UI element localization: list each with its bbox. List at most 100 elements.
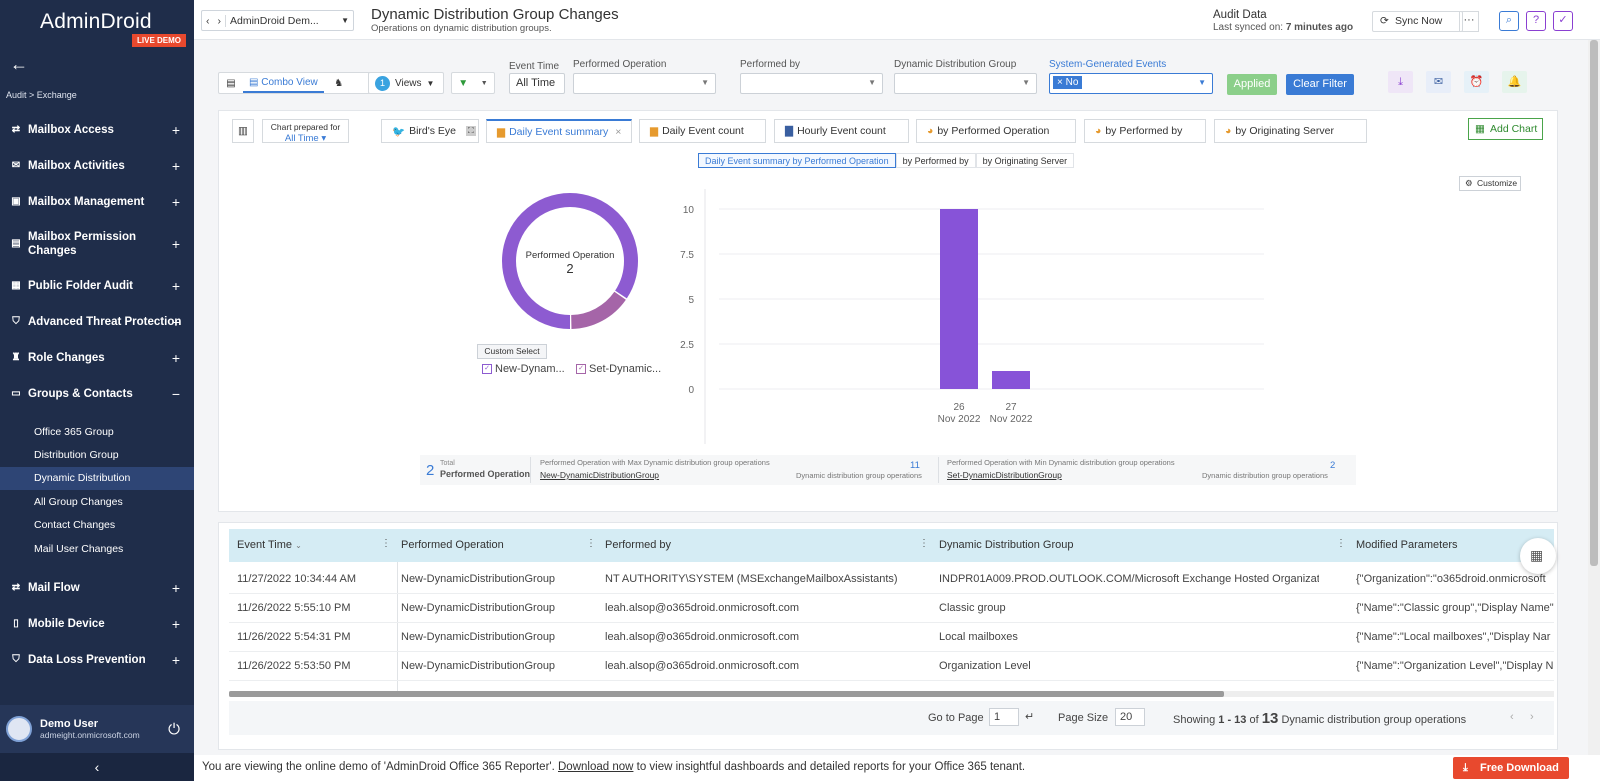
expand-icon[interactable]: + — [172, 194, 180, 210]
status-icon[interactable]: ✓ — [1553, 11, 1573, 31]
summary-min-name[interactable]: Set-DynamicDistributionGroup — [947, 470, 1062, 480]
tab-daily-event-count[interactable]: ▆ Daily Event count — [639, 119, 766, 143]
sidebar-subitem-all-group-changes[interactable]: All Group Changes — [0, 490, 194, 513]
sidebar-item-role-changes[interactable]: ♜ Role Changes + — [0, 340, 194, 376]
table-row[interactable]: 11/26/2022 5:53:50 PM New-DynamicDistrib… — [229, 652, 1554, 681]
prev-icon[interactable]: ‹ — [202, 15, 214, 27]
chart-type-icon[interactable]: ▥ — [232, 119, 254, 143]
collapse-icon[interactable]: − — [172, 386, 180, 402]
expand-icon[interactable]: + — [172, 236, 180, 252]
scrollbar-thumb[interactable] — [1590, 40, 1598, 566]
performed-operation-select[interactable]: ▼ — [573, 73, 716, 94]
page-size-input[interactable]: 20 — [1115, 708, 1145, 726]
scrollbar-thumb[interactable] — [229, 691, 1224, 697]
sidebar-subitem-contact-changes[interactable]: Contact Changes — [0, 514, 194, 537]
filter-button[interactable]: ▼ ▼ — [451, 72, 495, 94]
sidebar-subitem-mail-user-changes[interactable]: Mail User Changes — [0, 537, 194, 560]
expand-icon[interactable]: + — [172, 158, 180, 174]
expand-icon[interactable]: + — [172, 580, 180, 596]
chart-prepared-for[interactable]: Chart prepared for All Time ▾ — [262, 119, 349, 144]
sidebar-item-public-folder[interactable]: ▦ Public Folder Audit + — [0, 268, 194, 304]
tab-by-performed-operation[interactable]: ◕ by Performed Operation — [916, 119, 1076, 143]
sidebar-subitem-distribution-group[interactable]: Distribution Group — [0, 443, 194, 466]
tab-hourly-event-count[interactable]: ▇ Hourly Event count — [774, 119, 909, 143]
sort-down-icon[interactable]: ⌄ — [295, 541, 302, 550]
download-now-link[interactable]: Download now — [558, 761, 633, 773]
sidebar-item-mailbox-activities[interactable]: ✉ Mailbox Activities + — [0, 148, 194, 184]
custom-select-button[interactable]: Custom Select — [477, 344, 547, 359]
ddg-select[interactable]: ▼ — [894, 73, 1037, 94]
search-icon[interactable]: ⌕ — [1499, 11, 1519, 31]
table-row[interactable]: 11/27/2022 10:34:44 AM New-DynamicDistri… — [229, 565, 1554, 594]
customize-button[interactable]: ⚙ Customize — [1459, 176, 1521, 191]
col-header-performed-operation[interactable]: Performed Operation — [401, 539, 504, 551]
sidebar-item-mail-flow[interactable]: ⇄ Mail Flow + — [0, 570, 194, 606]
report-view-icon[interactable]: ▤ — [219, 78, 243, 89]
collapse-sidebar-icon[interactable]: ‹ — [0, 753, 194, 781]
col-header-event-time[interactable]: Event Time ⌄ — [237, 539, 302, 551]
table-row[interactable]: 11/26/2022 5:55:10 PM New-DynamicDistrib… — [229, 594, 1554, 623]
column-menu-icon[interactable]: ⋮ — [381, 538, 391, 549]
views-dropdown[interactable]: 1 Views ▼ — [368, 72, 444, 94]
sidebar-subitem-dynamic-distribution[interactable]: Dynamic Distribution — [0, 466, 194, 491]
sidebar-item-mailbox-access[interactable]: ⇄ Mailbox Access + — [0, 112, 194, 148]
column-menu-icon[interactable]: ⋮ — [919, 538, 929, 549]
expand-icon[interactable]: + — [172, 350, 180, 366]
prev-page-icon[interactable]: ‹ — [1510, 711, 1514, 723]
more-options-button[interactable]: ··· — [1459, 11, 1479, 32]
horizontal-scrollbar[interactable] — [229, 691, 1554, 697]
sidebar-item-mailbox-management[interactable]: ▣ Mailbox Management + — [0, 184, 194, 220]
user-panel[interactable]: Demo User admeight.onmicrosoft.com ⏻ — [0, 705, 194, 753]
enter-icon[interactable]: ↵ — [1025, 710, 1034, 723]
column-menu-icon[interactable]: ⋮ — [586, 538, 596, 549]
expand-icon[interactable]: + — [172, 278, 180, 294]
col-header-performed-by[interactable]: Performed by — [605, 539, 671, 551]
sidebar-item-groups-contacts[interactable]: ▭ Groups & Contacts − — [0, 376, 194, 412]
sidebar-item-dlp[interactable]: ⛉ Data Loss Prevention + — [0, 642, 194, 678]
next-icon[interactable]: › — [214, 14, 226, 27]
tab-by-performed-by[interactable]: ◕ by Performed by — [1084, 119, 1206, 143]
report-navigator[interactable]: ‹ › AdminDroid Dem... ▼ — [201, 10, 354, 31]
subtab-by-performed-operation[interactable]: Daily Event summary by Performed Operati… — [698, 153, 896, 168]
selected-token[interactable]: × No — [1053, 76, 1083, 89]
column-settings-button[interactable]: ▦ — [1520, 538, 1556, 574]
schedule-icon[interactable]: ⏰ — [1464, 71, 1489, 93]
sidebar-item-mailbox-permission[interactable]: ▤ Mailbox Permission Changes + — [0, 220, 194, 268]
column-menu-icon[interactable]: ⋮ — [1336, 538, 1346, 549]
expand-icon[interactable]: + — [172, 314, 180, 330]
vertical-scrollbar[interactable] — [1588, 40, 1600, 755]
download-icon[interactable]: ⤓ — [1388, 71, 1413, 93]
chevron-down-icon[interactable]: ▼ — [337, 16, 353, 25]
tab-daily-event-summary[interactable]: ▆ Daily Event summary × — [486, 119, 632, 143]
subtab-by-performed-by[interactable]: by Performed by — [895, 153, 976, 168]
power-icon[interactable]: ⏻ — [168, 721, 180, 738]
report-select[interactable]: AdminDroid Dem... — [226, 15, 337, 27]
next-page-icon[interactable]: › — [1530, 711, 1534, 723]
expand-icon[interactable]: + — [172, 652, 180, 668]
tab-by-originating-server[interactable]: ◕ by Originating Server — [1214, 119, 1367, 143]
clear-filter-button[interactable]: Clear Filter — [1286, 74, 1354, 95]
app-logo[interactable]: AdminDroid — [40, 10, 152, 34]
sidebar-subitem-office365-group[interactable]: Office 365 Group — [0, 420, 194, 443]
applied-button[interactable]: Applied — [1227, 74, 1277, 95]
goto-page-input[interactable]: 1 — [989, 708, 1019, 726]
add-chart-button[interactable]: ▦ Add Chart — [1468, 118, 1543, 140]
alert-bell-icon[interactable]: 🔔 — [1502, 71, 1527, 93]
back-arrow-icon[interactable]: ← — [10, 54, 28, 75]
free-download-button[interactable]: ⤓ Free Download — [1453, 757, 1569, 779]
close-icon[interactable]: × — [615, 126, 621, 138]
subtab-by-originating-server[interactable]: by Originating Server — [975, 153, 1075, 168]
col-header-modified-parameters[interactable]: Modified Parameters — [1356, 539, 1458, 551]
help-icon[interactable]: ? — [1526, 11, 1546, 31]
system-events-select[interactable]: × No ▼ — [1049, 73, 1213, 94]
chart-view-icon[interactable]: ♞ — [324, 78, 354, 89]
tab-birds-eye[interactable]: 🐦 Bird's Eye ⛶ — [381, 119, 479, 143]
email-icon[interactable]: ✉ — [1426, 71, 1451, 93]
summary-max-name[interactable]: New-DynamicDistributionGroup — [540, 470, 659, 480]
table-row[interactable]: 11/26/2022 5:54:31 PM New-DynamicDistrib… — [229, 623, 1554, 652]
legend-item-set[interactable]: ✓ Set-Dynamic... — [576, 363, 661, 375]
expand-icon[interactable]: + — [172, 616, 180, 632]
sync-now-button[interactable]: ⟳ Sync Now — [1372, 11, 1463, 32]
sidebar-item-atp[interactable]: ⛉ Advanced Threat Protection + — [0, 304, 194, 340]
sidebar-item-mobile-device[interactable]: ▯ Mobile Device + — [0, 606, 194, 642]
